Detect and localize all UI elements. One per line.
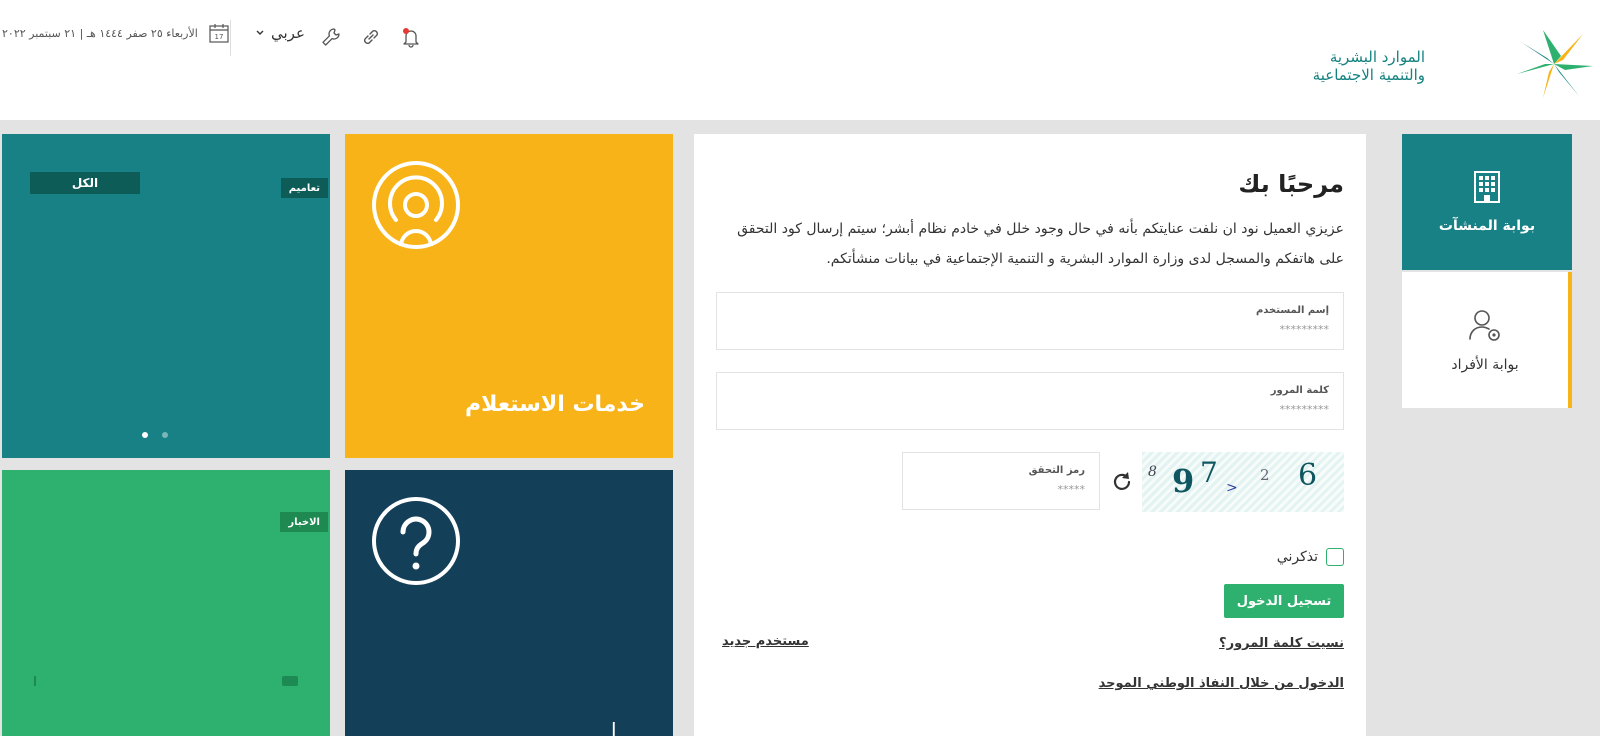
help-tile[interactable]: ا: [345, 470, 673, 736]
link-icon[interactable]: [360, 26, 382, 48]
circulars-tag: تعاميم: [280, 178, 328, 198]
username-field[interactable]: إسم المستخدم: [716, 292, 1344, 350]
carousel-dot-1[interactable]: [142, 432, 148, 438]
remember-me[interactable]: تذكرني: [1277, 548, 1344, 566]
new-user-link[interactable]: مستخدم جديد: [722, 634, 809, 649]
calendar-icon: 17: [209, 24, 229, 43]
ministry-star-icon: [1517, 30, 1593, 98]
news-indicator-left: [34, 676, 36, 686]
forgot-password-link[interactable]: نسيت كلمة المرور؟: [1219, 636, 1344, 651]
carousel-dot-2[interactable]: [162, 432, 168, 438]
establishments-portal-label: بوابة المنشآت: [1438, 218, 1536, 234]
refresh-captcha-icon[interactable]: [1110, 470, 1134, 494]
calendar-day: 17: [214, 33, 223, 41]
captcha-char-5: 2: [1260, 466, 1270, 484]
captcha-char-2: 9: [1172, 462, 1195, 500]
question-circle-icon: [372, 497, 460, 585]
header-divider: [230, 20, 231, 56]
login-button[interactable]: تسجيل الدخول: [1224, 584, 1344, 618]
remember-me-label: تذكرني: [1276, 549, 1318, 565]
captcha-image: 8 9 7 > 2 6: [1142, 452, 1344, 512]
logo-line-1: الموارد البشرية: [1329, 48, 1425, 66]
inquiry-services-title: خدمات الاستعلام: [465, 392, 645, 417]
bell-icon[interactable]: [400, 26, 422, 48]
captcha-char-3: 7: [1200, 456, 1218, 489]
remember-me-checkbox[interactable]: [1326, 548, 1344, 566]
circulars-tile[interactable]: تعاميم الكل: [2, 134, 330, 458]
password-field[interactable]: كلمة المرور: [716, 372, 1344, 430]
captcha-label: رمز التحقق: [1028, 465, 1085, 476]
carousel-dots: [142, 432, 168, 438]
establishments-portal-tab[interactable]: بوابة المنشآت: [1402, 134, 1572, 270]
broadcast-user-icon: [372, 161, 460, 249]
nafath-login-link[interactable]: الدخول من خلال النفاذ الوطني الموحد: [1099, 676, 1344, 691]
header: الموارد البشرية والتنمية الاجتماعية 17 ا…: [0, 0, 1600, 120]
user-settings-icon: [1469, 310, 1500, 341]
date-text: الأربعاء ٢٥ صفر ١٤٤٤ هـ | ٢١ سبتمبر ٢٠٢٢: [2, 26, 198, 40]
login-card: مرحبًا بك عزيزي العميل نود ان نلفت عنايت…: [694, 134, 1366, 736]
captcha-char-4: >: [1226, 480, 1238, 496]
captcha-input[interactable]: [918, 483, 1085, 496]
chevron-down-icon: [256, 30, 264, 35]
ministry-logo[interactable]: الموارد البشرية والتنمية الاجتماعية: [1305, 28, 1595, 100]
building-icon: [1474, 171, 1500, 203]
username-input[interactable]: [796, 323, 1329, 336]
logo-line-2: والتنمية الاجتماعية: [1312, 66, 1425, 84]
individuals-portal-label: بوابة الأفراد: [1451, 357, 1519, 373]
captcha-char-6: 6: [1298, 458, 1318, 493]
news-tag: الاخبار: [280, 512, 328, 532]
language-selector[interactable]: عربي: [255, 24, 305, 42]
news-tile[interactable]: الاخبار: [2, 470, 330, 736]
logo-text: الموارد البشرية والتنمية الاجتماعية: [1313, 48, 1425, 84]
language-label: عربي: [271, 24, 305, 42]
password-label: كلمة المرور: [1270, 385, 1329, 396]
help-tile-glyph: ا: [611, 718, 617, 736]
captcha-char-1: 8: [1148, 464, 1157, 480]
inquiry-services-tile[interactable]: خدمات الاستعلام: [345, 134, 673, 458]
header-icons: [320, 22, 422, 52]
password-input[interactable]: [796, 403, 1329, 416]
username-label: إسم المستخدم: [1255, 305, 1329, 316]
news-indicator-right: [282, 676, 298, 686]
individuals-portal-tab[interactable]: بوابة الأفراد: [1402, 272, 1572, 408]
login-intro-text: عزيزي العميل نود ان نلفت عنايتكم بأنه في…: [737, 221, 1344, 267]
captcha-field[interactable]: رمز التحقق: [902, 452, 1100, 510]
welcome-title: مرحبًا بك: [1238, 170, 1344, 198]
date-display: 17 الأربعاء ٢٥ صفر ١٤٤٤ هـ | ٢١ سبتمبر ٢…: [2, 22, 230, 44]
wrench-icon[interactable]: [320, 26, 342, 48]
all-button[interactable]: الكل: [30, 172, 140, 194]
